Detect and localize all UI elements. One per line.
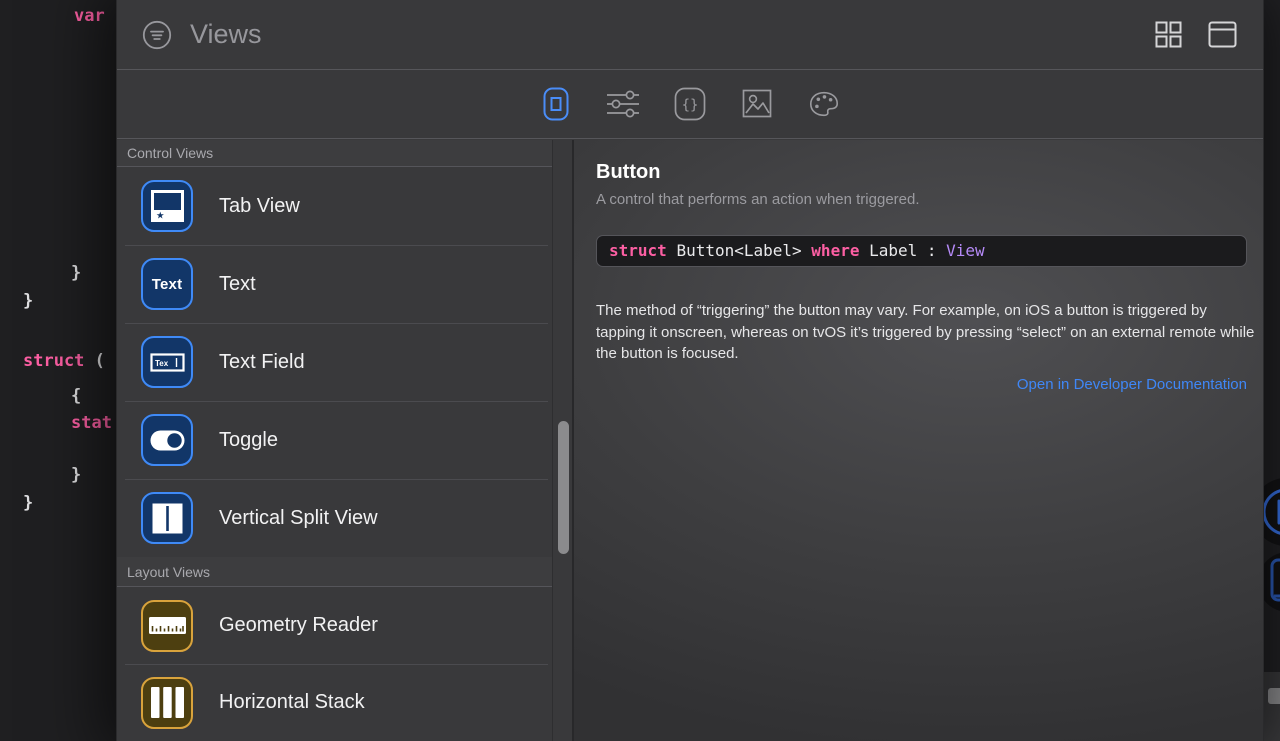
- library-panel: Views: [116, 0, 1264, 741]
- tab-view-icon: ★: [141, 180, 193, 232]
- list-item-label: Tab View: [219, 195, 300, 218]
- list-item-text[interactable]: Text Text: [117, 245, 552, 323]
- code-line: }: [23, 291, 33, 311]
- library-titlebar: Views: [117, 0, 1263, 70]
- detail-link-row: Open in Developer Documentation: [596, 376, 1247, 394]
- list-item-tab-view[interactable]: ★ Tab View: [117, 167, 552, 245]
- code-name: Button<Label>: [676, 241, 811, 260]
- library-title: Views: [190, 19, 262, 50]
- list-item-label: Horizontal Stack: [219, 691, 365, 714]
- tex-glyph: Tex: [155, 359, 169, 368]
- list-item-label: Toggle: [219, 429, 278, 452]
- grid-view-icon[interactable]: [1155, 21, 1182, 48]
- background-band: [1264, 672, 1280, 741]
- code-line: }: [71, 465, 81, 485]
- list-item-horizontal-stack[interactable]: Horizontal Stack: [117, 664, 552, 741]
- list-item-label: Vertical Split View: [219, 507, 378, 530]
- list-item-toggle[interactable]: Toggle: [117, 401, 552, 479]
- declaration-code-box: struct Button<Label> where Label : View: [596, 235, 1247, 267]
- text-glyph: Text: [152, 276, 183, 293]
- code-line: stat: [71, 413, 112, 433]
- list-item-vertical-split-view[interactable]: Vertical Split View: [117, 479, 552, 557]
- code-line: }: [23, 493, 33, 513]
- code-keyword: struct: [23, 351, 95, 371]
- play-button-icon[interactable]: [1264, 476, 1280, 548]
- tab-color-library[interactable]: [807, 85, 841, 123]
- list-scrollbar-thumb[interactable]: [558, 421, 569, 554]
- code-name: Label :: [869, 241, 946, 260]
- xcode-window: var } } struct ( { stat } }: [0, 0, 1280, 741]
- section-header-control-views: Control Views: [117, 140, 552, 167]
- list-item-geometry-reader[interactable]: Geometry Reader: [117, 587, 552, 664]
- tab-modifiers-library[interactable]: [606, 85, 640, 123]
- code-line: }: [71, 263, 81, 283]
- code-line: struct (: [23, 351, 105, 371]
- list-edge-line: [552, 140, 553, 741]
- device-preview-icon[interactable]: [1264, 550, 1280, 614]
- list-item-label: Text: [219, 273, 256, 296]
- tab-media-library[interactable]: [740, 85, 774, 123]
- library-tabbar: {}: [117, 70, 1263, 139]
- media-library-icon: [740, 85, 774, 123]
- code-line: {: [71, 386, 81, 406]
- list-item-text-field[interactable]: Tex Text Field: [117, 323, 552, 401]
- tab-views-library[interactable]: [539, 85, 573, 123]
- views-library-icon: [539, 85, 573, 123]
- modifiers-library-icon: [606, 85, 640, 123]
- detail-pane: Button A control that performs an action…: [574, 140, 1263, 741]
- horizontal-stack-icon: [141, 677, 193, 729]
- star-glyph: ★: [156, 210, 165, 221]
- snippets-library-icon: {}: [673, 85, 707, 123]
- code-keyword: where: [811, 241, 869, 260]
- detail-subtitle: A control that performs an action when t…: [596, 191, 1263, 208]
- code-keyword: struct: [609, 241, 676, 260]
- braces-glyph: {}: [682, 98, 699, 114]
- geometry-reader-icon: [141, 600, 193, 652]
- filter-icon[interactable]: [141, 19, 173, 51]
- code-text: (: [95, 351, 105, 371]
- text-icon: Text: [141, 258, 193, 310]
- background-canvas-edge: [1264, 0, 1280, 741]
- titlebar-actions: [1155, 21, 1237, 48]
- code-line: var: [74, 6, 105, 26]
- list-item-label: Geometry Reader: [219, 614, 378, 637]
- vertical-split-view-icon: [141, 492, 193, 544]
- color-library-icon: [807, 85, 841, 123]
- code-type: View: [946, 241, 985, 260]
- window-view-icon[interactable]: [1208, 21, 1237, 48]
- list-item-label: Text Field: [219, 351, 305, 374]
- detail-description: The method of “triggering” the button ma…: [596, 300, 1258, 365]
- detail-title: Button: [596, 161, 1263, 184]
- library-list: Control Views ★ Tab View Text Text: [117, 140, 552, 741]
- text-field-icon: Tex: [141, 336, 193, 388]
- section-header-layout-views: Layout Views: [117, 557, 552, 587]
- tab-snippets-library[interactable]: {}: [673, 85, 707, 123]
- toggle-icon: [141, 414, 193, 466]
- open-in-developer-documentation-link[interactable]: Open in Developer Documentation: [1017, 376, 1247, 393]
- background-scrollbar-fragment[interactable]: [1268, 688, 1280, 704]
